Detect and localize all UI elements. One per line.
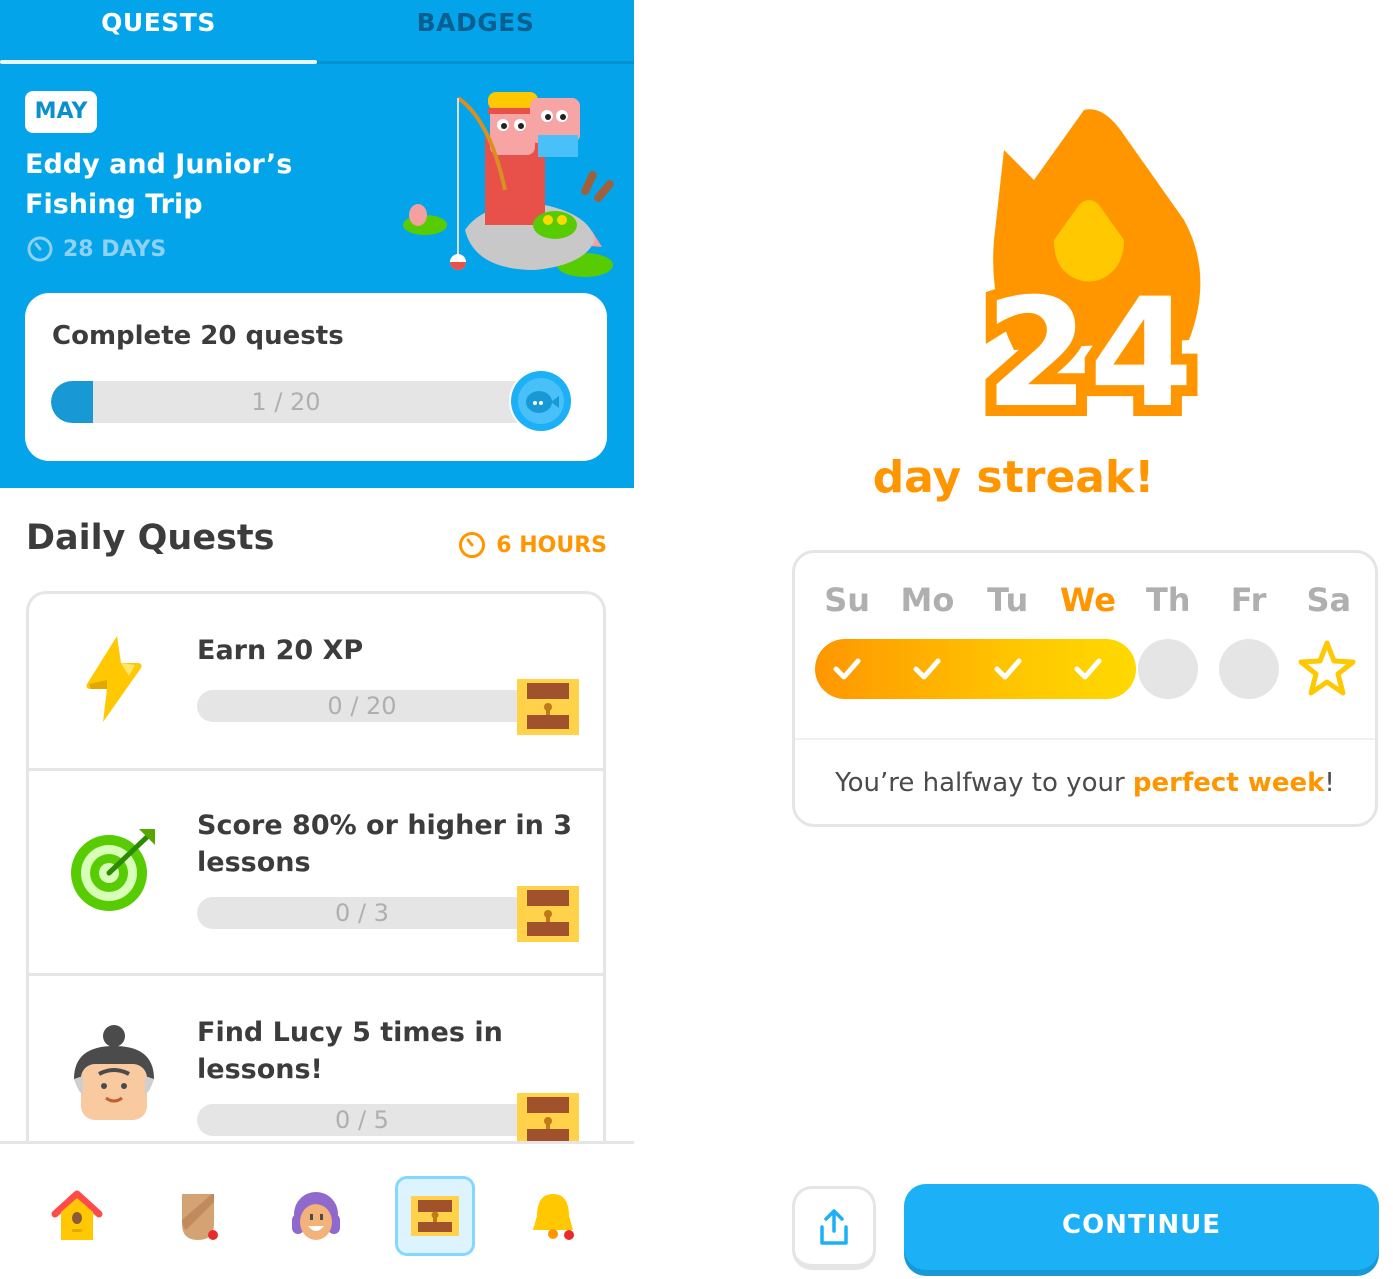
weekday-label: Mo (900, 581, 955, 619)
monthly-progress-text: 1 / 20 (251, 388, 321, 416)
card-divider (795, 738, 1375, 740)
continue-button[interactable]: CONTINUE (904, 1184, 1379, 1270)
streak-completed-pill (815, 639, 1137, 699)
clock-icon (27, 236, 53, 262)
week-progress-card: Su Mo Tu We Th Fr Sa You’re halfway to your pe… (792, 550, 1378, 827)
incomplete-day-marker (1218, 639, 1279, 699)
bell-icon (533, 1194, 574, 1240)
message-suffix: ! (1324, 768, 1335, 798)
lightning-icon (86, 636, 142, 722)
star-icon (1298, 640, 1356, 696)
streak-screen: 24 day streak! Su Mo Tu We Th Fr Sa You’re hal… (634, 0, 1393, 1279)
quest-progress-text: 0 / 5 (335, 1106, 389, 1134)
month-badge: MAY (25, 91, 97, 133)
share-icon (820, 1208, 848, 1245)
shield-icon (182, 1194, 218, 1240)
pufferfish-badge-icon (509, 369, 573, 433)
weekday-label: Tu (987, 581, 1029, 619)
weekday-label: Th (1145, 581, 1191, 619)
lucy-avatar-icon (74, 1025, 154, 1120)
daily-quest-list: Earn 20 XP 0 / 20 Score 80% or higher in… (26, 591, 606, 1231)
monthly-challenge-hero: QUESTS BADGES MAY Eddy and Junior’s Fish… (0, 0, 634, 488)
daily-time-left: 6 HOURS (458, 531, 607, 559)
incomplete-day-marker (1138, 639, 1199, 699)
fishing-trip-illustration (403, 92, 614, 277)
quest-progress-text: 0 / 3 (335, 899, 389, 927)
hours-left-text: 6 HOURS (496, 532, 607, 558)
quest-item[interactable]: Earn 20 XP 0 / 20 (29, 594, 603, 771)
monthly-challenge-title: Eddy and Junior’s Fishing Trip (25, 149, 293, 220)
nav-leagues[interactable] (158, 1176, 238, 1256)
share-button[interactable] (792, 1186, 876, 1270)
weekday-labels: Su Mo Tu We Th Fr Sa (807, 581, 1369, 619)
checkmark-icon (1074, 658, 1102, 680)
weekday-label: Sa (1306, 581, 1352, 619)
nav-profile[interactable] (276, 1176, 356, 1256)
checkmark-icon (913, 658, 941, 680)
quest-item[interactable]: Score 80% or higher in 3 lessons 0 / 3 (29, 771, 603, 976)
active-tab-indicator (0, 60, 317, 64)
target-icon (71, 829, 155, 911)
monthly-time-left: 28 DAYS (27, 236, 166, 262)
quest-title: Earn 20 XP (197, 635, 364, 666)
quest-progress-bar: 0 / 5 (197, 1104, 527, 1136)
treasure-chest-icon (517, 679, 579, 735)
days-left-text: 28 DAYS (63, 236, 167, 262)
treasure-chest-icon (517, 886, 579, 942)
tab-badges[interactable]: BADGES (317, 8, 634, 37)
quest-progress-bar: 0 / 20 (197, 690, 527, 722)
tab-quests[interactable]: QUESTS (0, 8, 317, 37)
streak-label: day streak! (872, 452, 1155, 503)
weekday-label: Su (824, 581, 871, 619)
daily-quests-heading: Daily Quests (26, 518, 275, 558)
quest-title: Score 80% or higher in 3 lessons (197, 810, 573, 878)
quest-progress-bar: 0 / 3 (197, 897, 527, 929)
bottom-navigation (0, 1141, 634, 1279)
quests-screen: QUESTS BADGES MAY Eddy and Junior’s Fish… (0, 0, 634, 1279)
streak-count: 24 (985, 267, 1194, 430)
checkmark-icon (994, 658, 1022, 680)
nav-quests[interactable] (395, 1176, 475, 1256)
monthly-progress-bar: 1 / 20 (51, 381, 521, 423)
streak-flame-icon: 24 (974, 109, 1204, 430)
tab-bar: QUESTS BADGES (0, 0, 634, 64)
profile-avatar-icon (292, 1192, 340, 1240)
monthly-challenge-goal: Complete 20 quests (52, 321, 344, 351)
nav-home[interactable] (37, 1176, 117, 1256)
weekday-label: Fr (1230, 581, 1267, 619)
monthly-challenge-card[interactable]: Complete 20 quests 1 / 20 (25, 293, 607, 461)
birdhouse-icon (51, 1190, 103, 1240)
quest-progress-text: 0 / 20 (327, 692, 397, 720)
perfect-week-message: You’re halfway to your perfect week! (795, 768, 1375, 798)
nav-notifications[interactable] (513, 1176, 593, 1256)
treasure-chest-icon (411, 1196, 459, 1236)
message-prefix: You’re halfway to your (835, 768, 1133, 798)
quest-title: Find Lucy 5 times in lessons! (197, 1017, 503, 1085)
message-highlight: perfect week (1132, 768, 1325, 798)
weekday-label: We (1060, 581, 1116, 619)
checkmark-icon (833, 658, 861, 680)
clock-icon (459, 532, 486, 558)
